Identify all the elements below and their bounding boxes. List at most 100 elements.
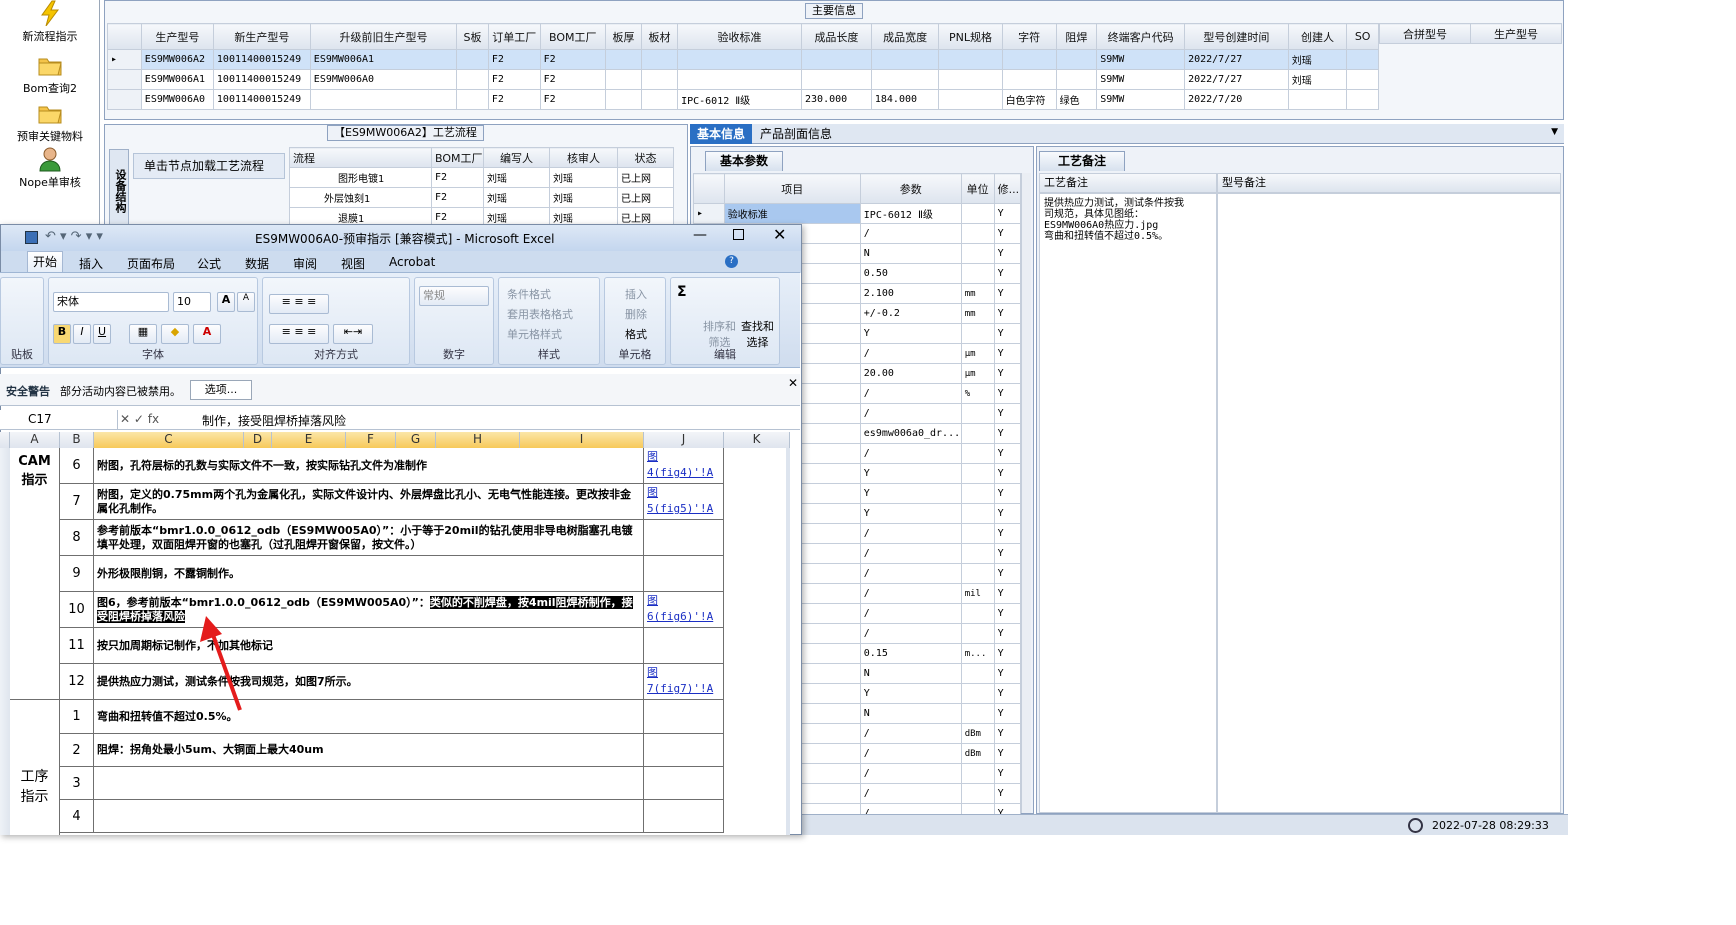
main-info-header[interactable]: 升级前旧生产型号 <box>309 23 458 50</box>
params-scrollbar[interactable] <box>1021 173 1031 813</box>
link-cell[interactable]: 图 4(fig4)'!A <box>644 448 724 484</box>
link-cell[interactable]: 图 5(fig5)'!A <box>644 484 724 520</box>
instruction-cell[interactable]: 弯曲和扭转值不超过0.5%。 <box>94 700 644 734</box>
main-info-header[interactable]: 新生产型号 <box>212 23 311 50</box>
row-selector[interactable] <box>107 89 142 110</box>
corner-cell[interactable] <box>0 432 10 448</box>
security-close-icon[interactable]: ✕ <box>788 376 798 390</box>
main-info-header[interactable]: 板厚 <box>604 23 643 50</box>
tab-dropdown-icon[interactable]: ▼ <box>1551 127 1558 137</box>
main-info-header[interactable]: 创建人 <box>1287 23 1348 50</box>
instruction-cell[interactable]: 阻焊：拐角处最小5um、大铜面上最大40um <box>94 734 644 767</box>
number-format-select[interactable]: 常规 <box>419 286 489 306</box>
instruction-cell[interactable]: 图6，参考前版本“bmr1.0.0_0612_odb（ES9MW005A0）”：… <box>94 592 644 628</box>
main-info-header[interactable]: 生产型号 <box>140 23 214 50</box>
help-icon[interactable]: ? <box>725 255 738 268</box>
bom-factory-header[interactable]: BOM工厂 <box>431 147 484 168</box>
column-header-k[interactable]: K <box>724 432 790 448</box>
modify-header[interactable]: 修... <box>993 173 1022 204</box>
underline-button[interactable]: U <box>93 324 111 344</box>
table-format-button[interactable]: 套用表格格式 <box>507 306 573 322</box>
main-info-header[interactable]: S板 <box>456 23 489 50</box>
tab-home[interactable]: 开始 <box>27 251 63 273</box>
column-header-j[interactable]: J <box>644 432 724 448</box>
flow-header[interactable]: 流程 <box>289 147 432 168</box>
formula-buttons[interactable]: ✕ ✓ fx <box>120 412 159 426</box>
sheet-scrollbar[interactable] <box>786 448 790 835</box>
italic-button[interactable]: I <box>73 324 91 344</box>
param-row[interactable]: ▸ 验收标准 IPC-6012 Ⅱ级 Y <box>693 203 1022 224</box>
main-info-header[interactable]: 板材 <box>641 23 679 50</box>
horizontal-align-icon[interactable]: ≡ ≡ ≡ <box>269 324 329 344</box>
indent-icon[interactable]: ⇤⇥ <box>333 324 373 344</box>
name-box[interactable]: C17 <box>0 410 118 430</box>
process-row[interactable]: 外层蚀刻1 F2 刘瑶 刘瑶 已上网 <box>289 187 674 208</box>
row-selector[interactable]: ▸ <box>693 203 725 224</box>
model-note-text[interactable] <box>1217 193 1561 813</box>
cell-style-button[interactable]: 单元格样式 <box>507 326 562 342</box>
main-info-header[interactable]: 成品长度 <box>801 23 872 50</box>
tab-page-layout[interactable]: 页面布局 <box>127 255 175 272</box>
vertical-align-icon[interactable]: ≡ ≡ ≡ <box>269 294 329 314</box>
instruction-cell[interactable] <box>94 800 644 833</box>
instruction-cell[interactable]: 外形极限削铜，不露铜制作。 <box>94 556 644 592</box>
status-header[interactable]: 状态 <box>617 147 674 168</box>
table-row[interactable]: ▸ ES9MW006A2 10011400015249 ES9MW006A1 F2 F2 S… <box>107 49 1379 70</box>
column-header-c[interactable]: C <box>94 432 244 448</box>
maximize-button[interactable] <box>733 229 744 240</box>
instruction-cell[interactable]: 附图，定义的0.75mm两个孔为金属化孔，实际文件设计内、外层焊盘比孔小、无电气… <box>94 484 644 520</box>
delete-cells-button[interactable]: 删除 <box>625 306 647 322</box>
param-header[interactable]: 参数 <box>859 173 962 204</box>
font-color-icon[interactable]: A <box>193 324 221 344</box>
nope-review[interactable]: Nope单审核 <box>0 146 100 190</box>
load-process-button[interactable]: 单击节点加载工艺流程 <box>133 153 285 179</box>
font-size-select[interactable]: 10 <box>173 292 211 312</box>
row-selector[interactable] <box>107 69 142 90</box>
main-info-header[interactable]: BOM工厂 <box>539 23 606 50</box>
main-info-header[interactable]: PNL规格 <box>938 23 1003 50</box>
column-header-h[interactable]: H <box>436 432 520 448</box>
tab-acrobat[interactable]: Acrobat <box>389 255 435 269</box>
format-cells-button[interactable]: 格式 <box>625 326 647 342</box>
tab-review[interactable]: 审阅 <box>293 255 317 272</box>
shrink-font-icon[interactable]: A <box>237 292 255 312</box>
tab-basic-info[interactable]: 基本信息 <box>690 124 752 144</box>
pre-review-material[interactable]: 预审关键物料 <box>0 100 100 144</box>
table-row[interactable]: ES9MW006A0 10011400015249 F2 F2 IPC-6012 Ⅱ级 2… <box>107 89 1379 110</box>
minimize-button[interactable]: — <box>693 227 707 243</box>
tab-view[interactable]: 视图 <box>341 255 365 272</box>
tab-product-profile[interactable]: 产品剖面信息 <box>760 124 832 144</box>
process-row[interactable]: 图形电镀1 F2 刘瑶 刘瑶 已上网 <box>289 167 674 188</box>
options-button[interactable]: 选项... <box>190 380 252 400</box>
column-header-e[interactable]: E <box>272 432 346 448</box>
tab-insert[interactable]: 插入 <box>79 255 103 272</box>
instruction-cell[interactable]: 提供热应力测试，测试条件按我司规范，如图7所示。 <box>94 664 644 700</box>
bom-query-2[interactable]: Bom查询2 <box>0 52 100 96</box>
unit-header[interactable]: 单位 <box>960 173 995 204</box>
border-icon[interactable]: ▦ <box>129 324 157 344</box>
column-header-b[interactable]: B <box>60 432 94 448</box>
bold-button[interactable]: B <box>53 324 71 344</box>
column-header-a[interactable]: A <box>10 432 60 448</box>
link-cell[interactable]: 图 6(fig6)'!A <box>644 592 724 628</box>
conditional-format-button[interactable]: 条件格式 <box>507 286 551 302</box>
link-cell[interactable]: 图 7(fig7)'!A <box>644 664 724 700</box>
close-button[interactable]: ✕ <box>773 225 786 244</box>
table-row[interactable]: ES9MW006A1 10011400015249 ES9MW006A0 F2 F2 S9… <box>107 69 1379 90</box>
equipment-structure-tab[interactable]: 设备结构 <box>109 149 129 233</box>
main-info-header[interactable]: 字符 <box>1001 23 1057 50</box>
row-selector[interactable]: ▸ <box>107 49 142 70</box>
merge-model-header[interactable]: 合拼型号 <box>1379 23 1471 44</box>
insert-cells-button[interactable]: 插入 <box>625 286 647 302</box>
new-process-instruction[interactable]: 新流程指示 <box>0 0 100 44</box>
main-info-header[interactable]: 阻焊 <box>1055 23 1098 50</box>
sum-icon[interactable]: Σ <box>677 284 687 300</box>
main-info-header[interactable]: 订单工厂 <box>487 23 541 50</box>
fill-color-icon[interactable]: ◆ <box>161 324 189 344</box>
instruction-cell[interactable]: 按只加周期标记制作，不加其他标记 <box>94 628 644 664</box>
column-header-d[interactable]: D <box>244 432 272 448</box>
main-info-header[interactable]: 成品宽度 <box>870 23 940 50</box>
grow-font-icon[interactable]: A <box>217 292 235 312</box>
instruction-cell[interactable]: 参考前版本“bmr1.0.0_0612_odb（ES9MW005A0）”：小于等… <box>94 520 644 556</box>
main-info-header[interactable]: SO <box>1346 23 1379 50</box>
